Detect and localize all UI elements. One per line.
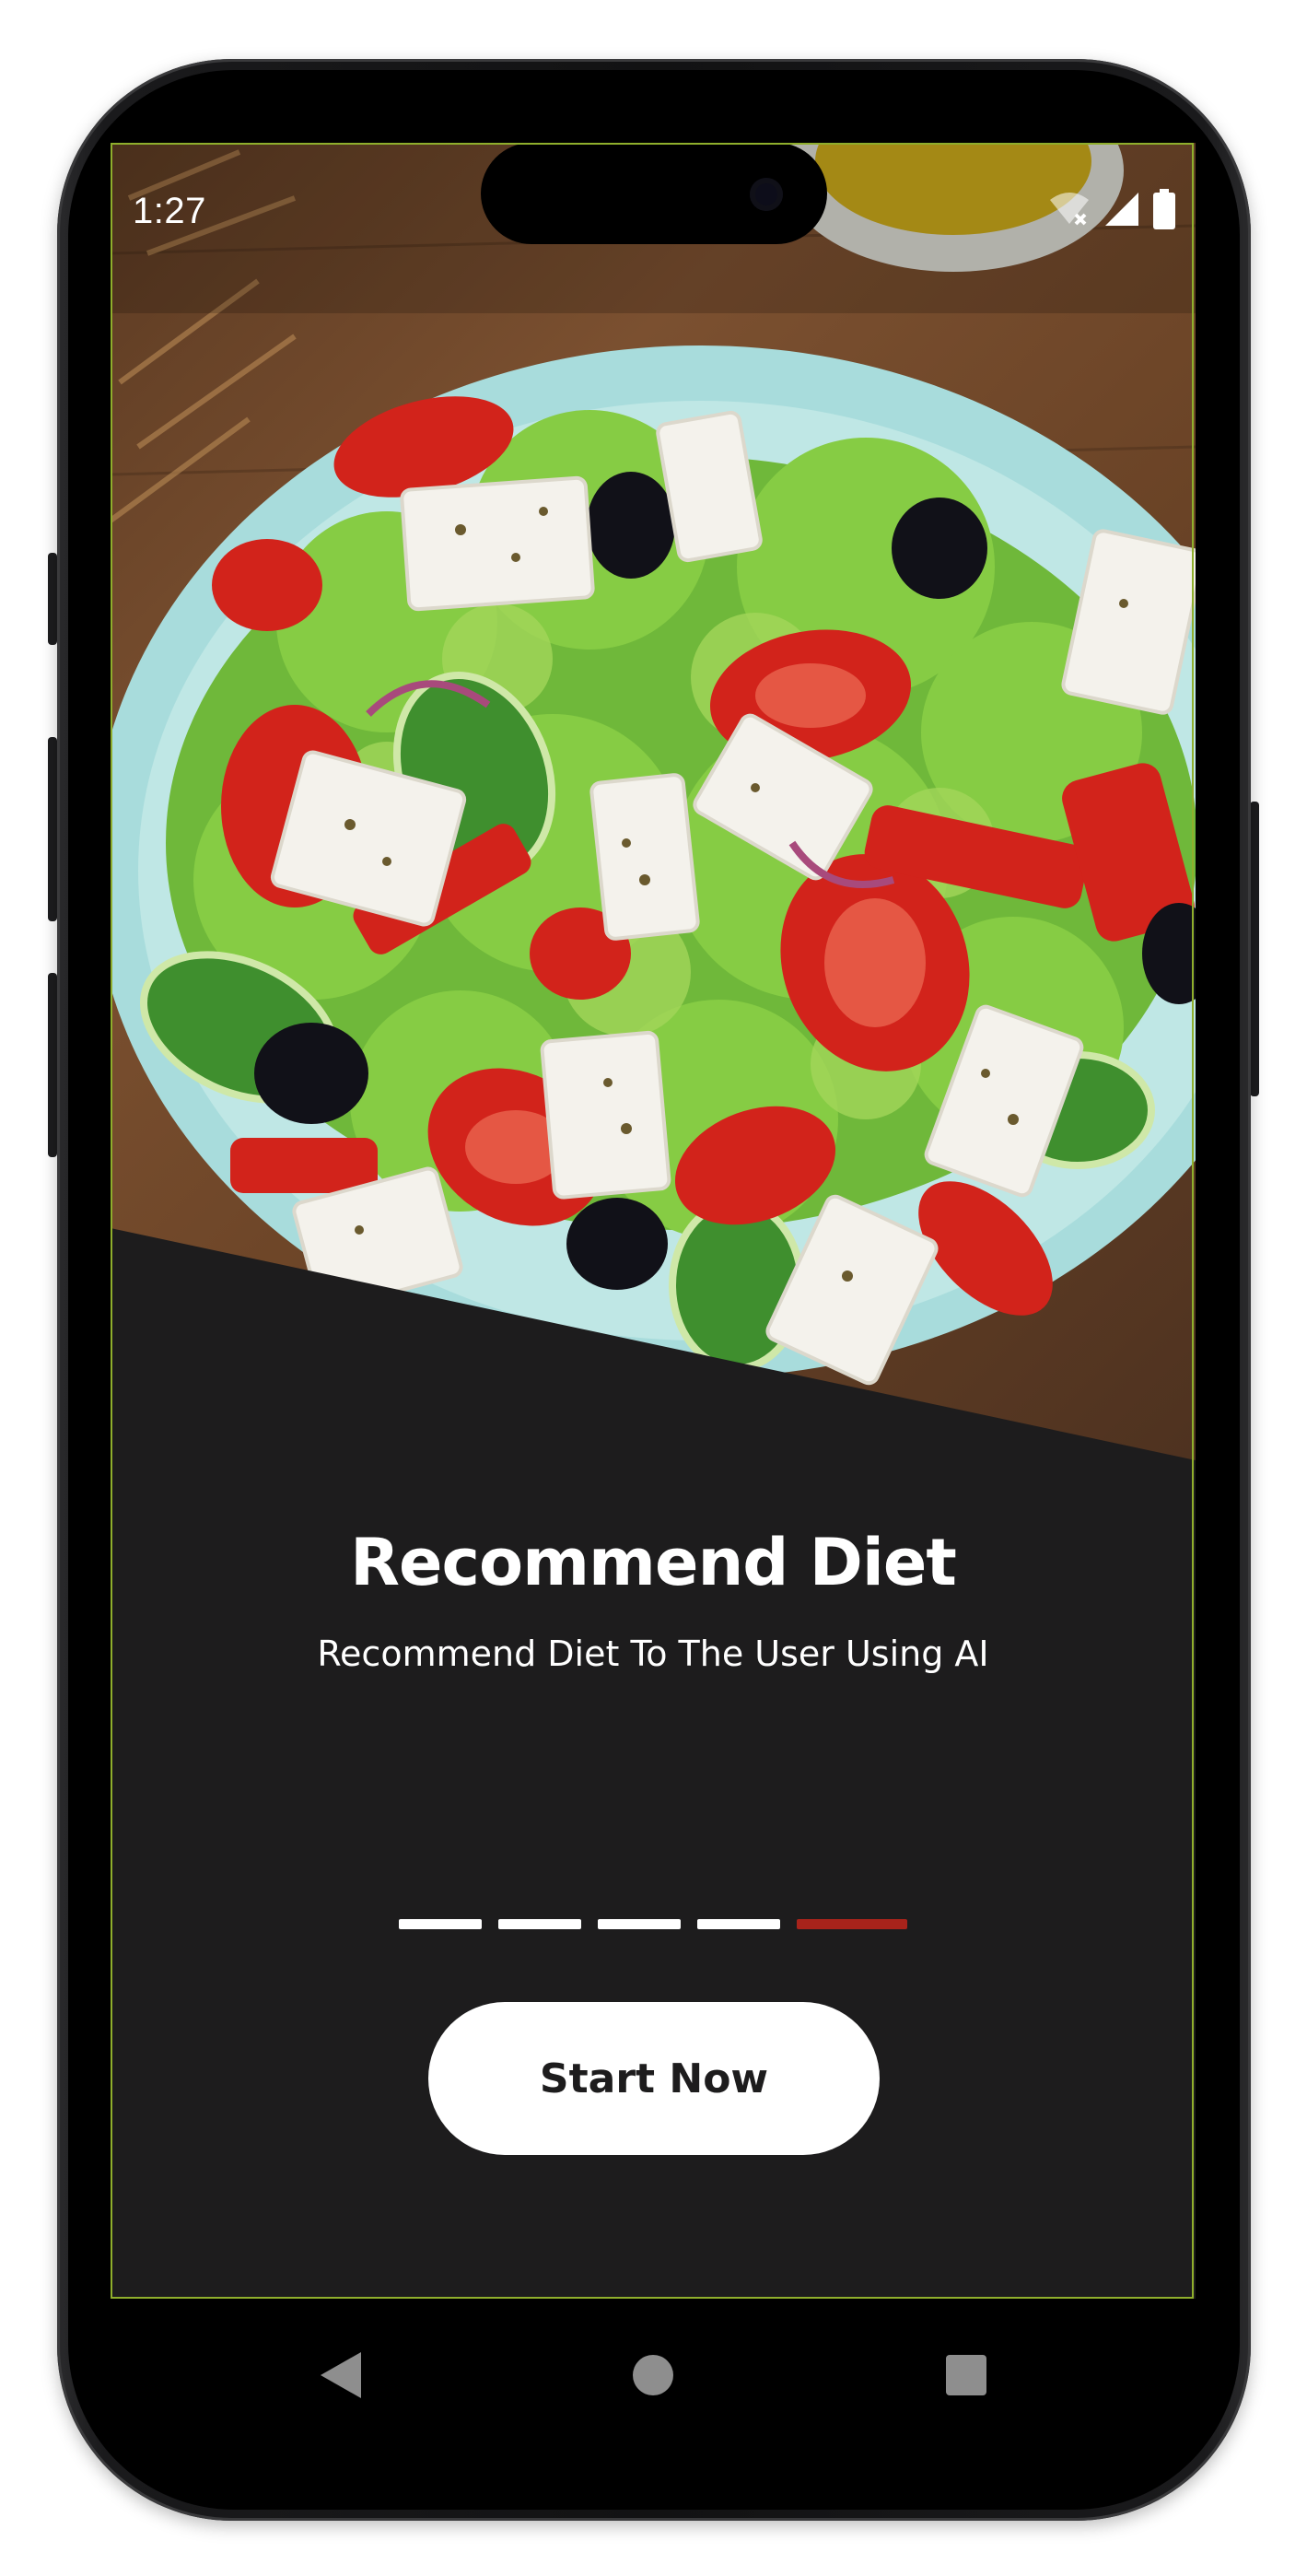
page-indicator-segment-active[interactable] bbox=[797, 1919, 907, 1929]
onboarding-title: Recommend Diet bbox=[350, 1525, 957, 1600]
status-icons bbox=[1048, 188, 1175, 234]
hero-salad-image bbox=[111, 143, 1196, 1460]
power-button bbox=[1250, 802, 1259, 1096]
volume-up-button bbox=[48, 737, 57, 921]
signal-icon bbox=[1103, 191, 1140, 232]
page-indicator-segment[interactable] bbox=[498, 1919, 581, 1929]
action-button bbox=[48, 553, 57, 645]
start-now-button[interactable]: Start Now bbox=[428, 2002, 880, 2155]
wifi-off-icon bbox=[1048, 191, 1091, 232]
battery-icon bbox=[1153, 188, 1175, 234]
page-indicator bbox=[399, 1919, 907, 1929]
volume-down-button bbox=[48, 973, 57, 1157]
front-camera bbox=[750, 178, 783, 211]
salad-illustration bbox=[111, 143, 1196, 1386]
page-indicator-segment[interactable] bbox=[598, 1919, 681, 1929]
back-icon[interactable] bbox=[313, 2348, 368, 2403]
page-indicator-segment[interactable] bbox=[697, 1919, 780, 1929]
dynamic-island bbox=[481, 143, 827, 244]
device-stage: 1:27 Recommend Diet Recommend Diet To Th… bbox=[0, 0, 1307, 2576]
navigation-bar bbox=[111, 2301, 1196, 2467]
status-time: 1:27 bbox=[133, 191, 206, 231]
app-screen: 1:27 Recommend Diet Recommend Diet To Th… bbox=[111, 143, 1196, 2299]
onboarding-subtitle: Recommend Diet To The User Using AI bbox=[317, 1633, 989, 1674]
recents-icon[interactable] bbox=[939, 2348, 994, 2403]
page-indicator-segment[interactable] bbox=[399, 1919, 482, 1929]
home-icon[interactable] bbox=[625, 2348, 681, 2403]
